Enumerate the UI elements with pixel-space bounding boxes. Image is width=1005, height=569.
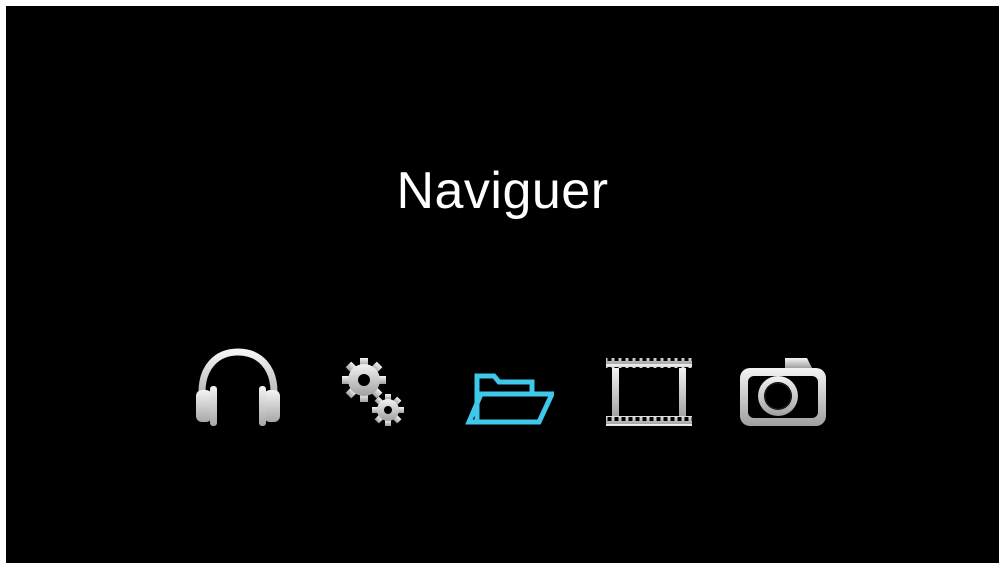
menu-item-video[interactable] <box>592 344 692 434</box>
film-strip-icon <box>606 358 692 426</box>
menu-item-browse[interactable] <box>454 344 554 434</box>
media-player-screen: Naviguer <box>6 6 999 563</box>
main-menu <box>6 344 999 434</box>
menu-item-photo[interactable] <box>726 344 826 434</box>
folder-icon <box>465 373 554 425</box>
menu-item-settings[interactable] <box>316 344 416 434</box>
camera-icon <box>740 358 826 426</box>
menu-item-music[interactable] <box>184 344 284 434</box>
menu-title: Naviguer <box>396 162 609 220</box>
gears-icon <box>342 358 404 426</box>
headphones-icon <box>196 348 280 426</box>
